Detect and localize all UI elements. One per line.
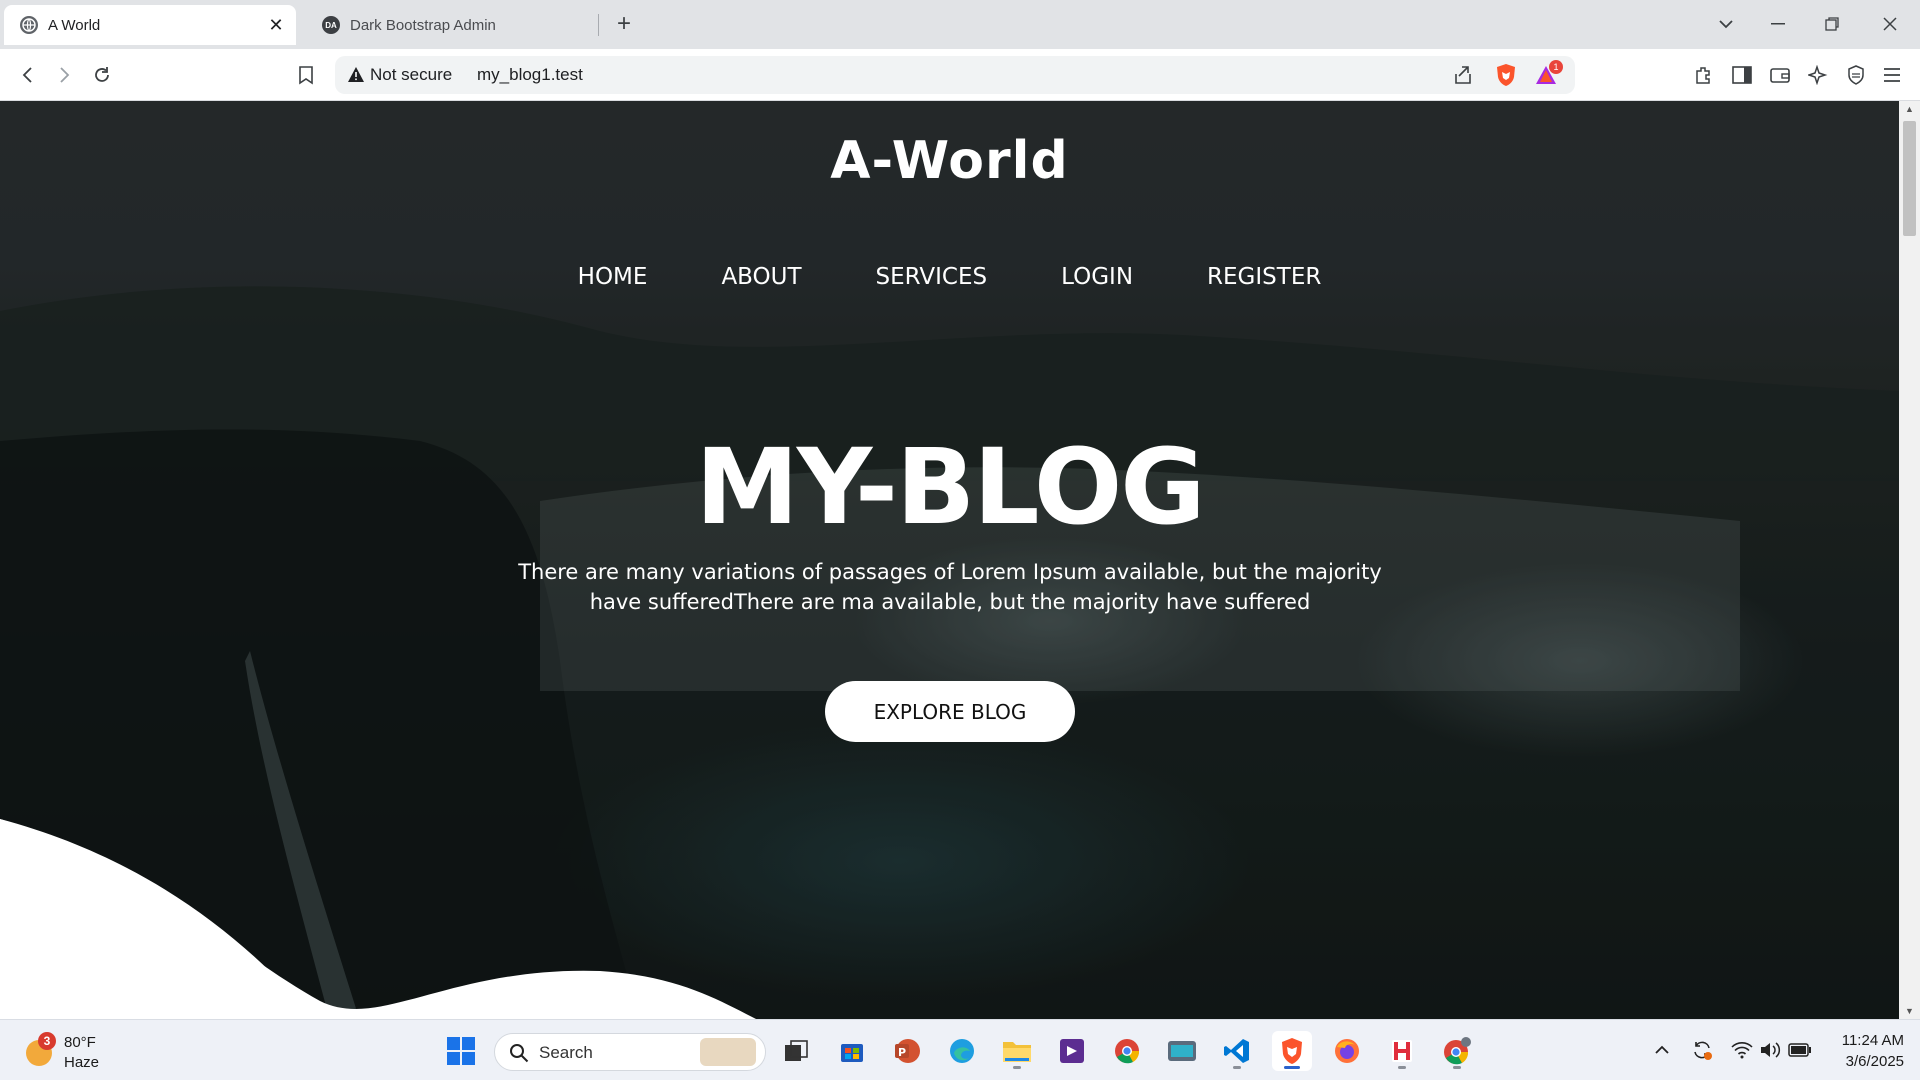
scrollbar-thumb[interactable]	[1903, 121, 1916, 236]
hero-description: There are many variations of passages of…	[518, 560, 1382, 614]
tab-divider	[598, 14, 599, 36]
explore-blog-button[interactable]: EXPLORE BLOG	[825, 681, 1075, 742]
sidebar-icon[interactable]	[1726, 59, 1758, 91]
brave-shields-icon[interactable]	[1493, 62, 1519, 88]
taskbar-search-box[interactable]: Search	[494, 1033, 766, 1071]
wallet-icon[interactable]	[1764, 59, 1796, 91]
nav-home[interactable]: HOME	[578, 264, 648, 290]
browser-toolbar: Not secure my_blog1.test 1	[0, 49, 1920, 101]
warning-icon[interactable]	[347, 66, 365, 84]
weather-temp: 80°F	[64, 1034, 96, 1051]
start-button[interactable]	[441, 1031, 481, 1071]
nav-services[interactable]: SERVICES	[876, 264, 988, 290]
white-wave-shape	[0, 819, 757, 1019]
nav-login[interactable]: LOGIN	[1061, 264, 1133, 290]
reload-button[interactable]	[86, 59, 118, 91]
page-scrollbar[interactable]: ▲ ▼	[1899, 101, 1920, 1019]
chrome-icon[interactable]	[1107, 1031, 1147, 1071]
file-explorer-icon[interactable]	[997, 1031, 1037, 1071]
keyboard-app-icon[interactable]	[1162, 1031, 1202, 1071]
weather-badge: 3	[38, 1032, 56, 1050]
tab-title: Dark Bootstrap Admin	[350, 16, 496, 34]
search-highlight-illustration-icon	[700, 1038, 756, 1066]
brave-rewards-icon[interactable]: 1	[1533, 60, 1563, 88]
sync-icon[interactable]	[1690, 1038, 1714, 1062]
tab-title: A World	[48, 16, 101, 34]
url-text[interactable]: my_blog1.test	[477, 65, 583, 85]
scroll-down-arrow-icon[interactable]: ▼	[1899, 1003, 1920, 1019]
extensions-icon[interactable]	[1688, 59, 1720, 91]
scroll-up-arrow-icon[interactable]: ▲	[1899, 101, 1920, 117]
close-tab-icon[interactable]: ✕	[266, 15, 286, 35]
wifi-icon[interactable]	[1730, 1038, 1754, 1062]
running-indicator	[1453, 1066, 1461, 1069]
forward-button[interactable]	[48, 59, 80, 91]
share-icon[interactable]	[1450, 62, 1476, 88]
minimize-button[interactable]	[1760, 8, 1796, 40]
battery-icon[interactable]	[1788, 1038, 1812, 1062]
show-hidden-icons-chevron-icon[interactable]	[1650, 1038, 1674, 1062]
vpn-shield-icon[interactable]	[1840, 59, 1872, 91]
rewards-badge: 1	[1549, 60, 1563, 74]
brave-browser-icon[interactable]	[1272, 1031, 1312, 1071]
tab-dark-bootstrap-admin[interactable]: DA Dark Bootstrap Admin	[306, 5, 598, 45]
close-window-button[interactable]	[1872, 8, 1908, 40]
search-icon	[509, 1043, 529, 1068]
globe-icon	[20, 16, 38, 34]
running-indicator	[1013, 1066, 1021, 1069]
back-button[interactable]	[12, 59, 44, 91]
weather-condition: Haze	[64, 1054, 100, 1071]
hero-title: MY-BLOG	[695, 426, 1205, 548]
security-label[interactable]: Not secure	[370, 65, 452, 85]
active-indicator	[1284, 1066, 1300, 1069]
microsoft-store-icon[interactable]	[832, 1031, 872, 1071]
nav-about[interactable]: ABOUT	[721, 264, 801, 290]
search-placeholder: Search	[539, 1043, 593, 1062]
running-indicator	[1398, 1066, 1406, 1069]
task-view-icon[interactable]	[776, 1031, 816, 1071]
svg-text:P: P	[898, 1046, 906, 1059]
chrome-profile-icon[interactable]	[1437, 1031, 1477, 1071]
firefox-icon[interactable]	[1327, 1031, 1367, 1071]
windows-taskbar: 3 80°F Haze Search P 11:24 AM 3/6/2025	[0, 1019, 1920, 1080]
volume-icon[interactable]	[1758, 1038, 1782, 1062]
address-bar[interactable]: Not secure my_blog1.test 1	[335, 56, 1575, 94]
leo-ai-icon[interactable]	[1802, 59, 1834, 91]
tab-a-world[interactable]: A World ✕	[4, 5, 296, 45]
weather-widget[interactable]: 3 80°F Haze	[22, 1030, 142, 1074]
menu-icon[interactable]	[1876, 59, 1908, 91]
clock-time: 11:24 AM	[1841, 1032, 1904, 1049]
nav-register[interactable]: REGISTER	[1207, 264, 1321, 290]
restore-button[interactable]	[1814, 8, 1850, 40]
new-tab-button[interactable]: +	[610, 10, 638, 38]
main-nav: HOME ABOUT SERVICES LOGIN REGISTER	[0, 264, 1899, 290]
visual-studio-icon[interactable]	[1052, 1031, 1092, 1071]
page-viewport: A-World HOME ABOUT SERVICES LOGIN REGIST…	[0, 101, 1899, 1019]
site-brand-logo[interactable]: A-World	[0, 131, 1899, 191]
herd-icon[interactable]	[1382, 1031, 1422, 1071]
browser-tab-strip: A World ✕ DA Dark Bootstrap Admin +	[0, 0, 1920, 49]
tab-search-chevron-icon[interactable]	[1708, 8, 1744, 40]
system-clock[interactable]: 11:24 AM 3/6/2025	[1820, 1030, 1904, 1072]
running-indicator	[1233, 1066, 1241, 1069]
vscode-icon[interactable]	[1217, 1031, 1257, 1071]
favicon-da: DA	[322, 16, 340, 34]
clock-date: 3/6/2025	[1845, 1053, 1904, 1070]
bookmark-icon[interactable]	[290, 59, 322, 91]
edge-icon[interactable]	[942, 1031, 982, 1071]
powerpoint-icon[interactable]: P	[887, 1031, 927, 1071]
